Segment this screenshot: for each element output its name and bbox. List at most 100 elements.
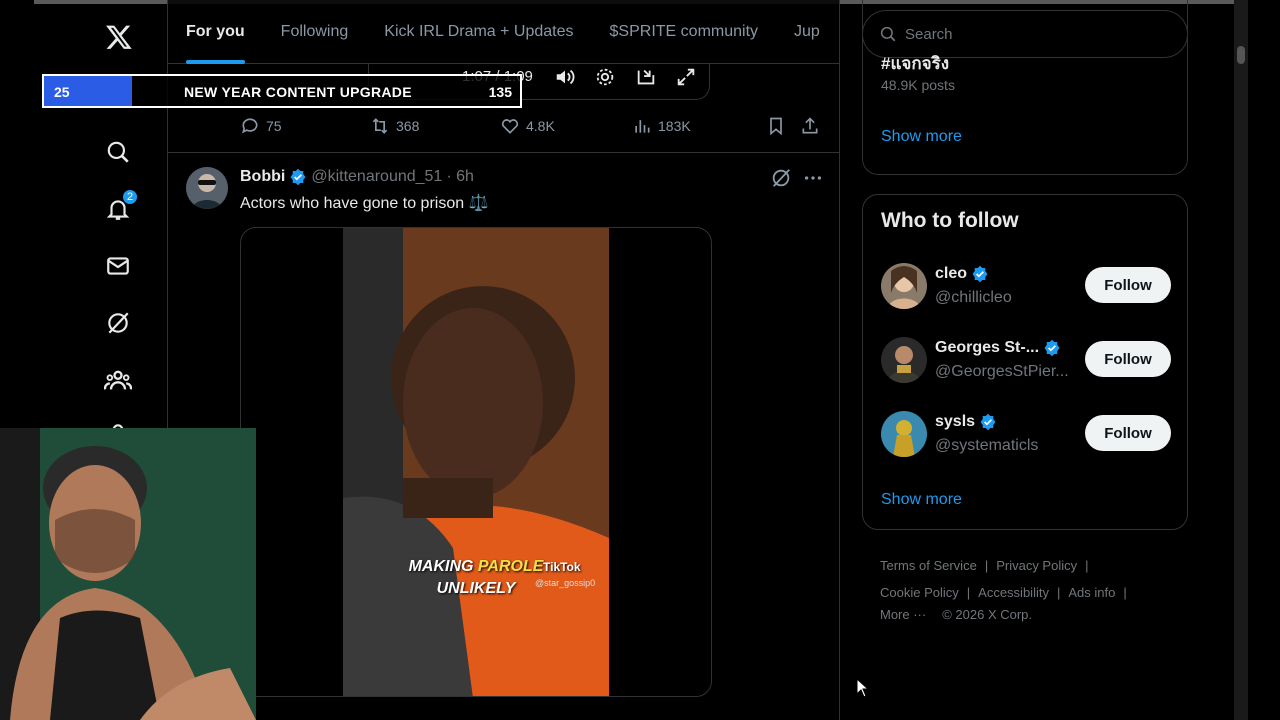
bookmark-button[interactable] — [766, 116, 800, 136]
tab-label: Following — [280, 23, 349, 40]
tab-following[interactable]: Following — [263, 0, 367, 64]
heart-icon — [501, 119, 519, 134]
post-timestamp[interactable]: · 6h — [446, 168, 474, 186]
video-frame: MAKING PAROLE UNLIKELY TikTok @star_goss… — [343, 228, 609, 696]
notifications-badge: 2 — [122, 189, 138, 205]
repost-icon — [372, 118, 388, 134]
reply-count: 75 — [266, 118, 282, 134]
tiktok-watermark: TikTok — [543, 560, 581, 574]
caption-text: MAKING — [408, 558, 478, 575]
verified-badge-icon — [1044, 339, 1060, 357]
x-logo-icon[interactable] — [104, 22, 134, 52]
tab-label: Kick IRL Drama + Updates — [384, 23, 574, 40]
tab-label: $SPRITE community — [609, 23, 759, 40]
separator: | — [1085, 558, 1089, 573]
timeline-tabs: For you Following Kick IRL Drama + Updat… — [168, 0, 839, 64]
trending-card: #แจกจริง 48.9K posts Show more — [862, 0, 1188, 175]
reply-icon — [242, 118, 258, 134]
tab-label: For you — [186, 23, 245, 40]
tab-sprite-community[interactable]: $SPRITE community — [592, 0, 776, 64]
avatar[interactable] — [186, 167, 228, 209]
follow-button[interactable]: Follow — [1085, 267, 1171, 303]
settings-gear-icon[interactable] — [594, 66, 616, 88]
separator: | — [1123, 585, 1127, 600]
repost-button[interactable]: 368 — [370, 116, 500, 136]
tab-kick-irl-drama[interactable]: Kick IRL Drama + Updates — [366, 0, 591, 64]
follow-suggestion[interactable]: sysls @systematicls Follow — [881, 411, 1171, 461]
prev-post-actions: 75 368 4.8K 183K — [240, 116, 820, 136]
avatar[interactable] — [881, 263, 927, 309]
tab-label: Jup — [794, 23, 820, 40]
follow-name: Georges St-... — [935, 339, 1061, 357]
pip-icon[interactable] — [635, 66, 657, 88]
who-to-follow-card: Who to follow cleo @chillicleo Follow Ge… — [862, 194, 1188, 530]
views-count: 183K — [658, 118, 691, 134]
follow-name-text[interactable]: sysls — [935, 413, 975, 431]
bookmark-icon — [770, 117, 782, 136]
privacy-link[interactable]: Privacy Policy — [996, 558, 1077, 573]
repost-count: 368 — [396, 118, 420, 134]
search-icon[interactable] — [104, 138, 132, 166]
grok-icon[interactable] — [770, 167, 792, 189]
cookie-link[interactable]: Cookie Policy — [880, 585, 959, 600]
ads-info-link[interactable]: Ads info — [1068, 585, 1115, 600]
volume-icon[interactable] — [554, 66, 576, 88]
avatar[interactable] — [881, 411, 927, 457]
follow-handle: @chillicleo — [935, 289, 1012, 306]
scrollbar-thumb[interactable] — [1237, 46, 1245, 64]
streamer-webcam — [0, 428, 256, 720]
post-author-handle[interactable]: @kittenaround_51 — [311, 168, 442, 186]
post-author-name[interactable]: Bobbi — [240, 168, 285, 186]
reply-button[interactable]: 75 — [240, 116, 370, 136]
follow-suggestion[interactable]: cleo @chillicleo Follow — [881, 263, 1171, 313]
trending-show-more-link[interactable]: Show more — [881, 128, 962, 146]
follow-name: cleo — [935, 265, 989, 283]
separator: | — [966, 585, 971, 600]
follow-name: sysls — [935, 413, 997, 431]
trend-post-count: 48.9K posts — [881, 77, 955, 93]
post-text: Actors who have gone to prison ⚖️ — [240, 195, 489, 212]
fullscreen-icon[interactable] — [675, 66, 697, 88]
verified-badge-icon — [972, 265, 988, 283]
share-icon — [802, 117, 818, 134]
goal-current: 25 — [54, 84, 70, 100]
share-button[interactable] — [800, 116, 820, 136]
timeline: For you Following Kick IRL Drama + Updat… — [168, 0, 840, 720]
page-scrollbar[interactable] — [1234, 0, 1248, 720]
follow-button[interactable]: Follow — [1085, 415, 1171, 451]
tab-for-you[interactable]: For you — [168, 0, 263, 64]
goal-target: 135 — [488, 84, 512, 100]
caption-highlight: PAROLE — [477, 558, 544, 575]
more-link[interactable]: More ··· — [880, 607, 926, 622]
trend-hashtag[interactable]: #แจกจริง — [881, 50, 949, 77]
terms-link[interactable]: Terms of Service — [880, 558, 977, 573]
grok-icon[interactable] — [104, 309, 132, 337]
right-sidebar: #แจกจริง 48.9K posts Show more Who to fo… — [862, 0, 1192, 720]
who-to-follow-title: Who to follow — [881, 209, 1019, 232]
like-count: 4.8K — [526, 118, 555, 134]
accessibility-link[interactable]: Accessibility — [978, 585, 1049, 600]
post-video[interactable]: MAKING PAROLE UNLIKELY TikTok @star_goss… — [240, 227, 712, 697]
mail-icon[interactable] — [104, 252, 132, 280]
views-button[interactable]: 183K — [632, 116, 766, 136]
tiktok-watermark-handle: @star_gossip0 — [535, 578, 596, 588]
separator: | — [1056, 585, 1061, 600]
mouse-cursor — [856, 678, 870, 698]
more-options-icon[interactable] — [802, 167, 824, 189]
post[interactable]: Bobbi @kittenaround_51 · 6h Actors who h… — [168, 152, 839, 720]
follow-name-text[interactable]: Georges St-... — [935, 339, 1039, 357]
follow-button[interactable]: Follow — [1085, 341, 1171, 377]
tab-jup[interactable]: Jup — [776, 0, 838, 64]
notifications-icon[interactable]: 2 — [104, 189, 138, 223]
follow-handle: @GeorgesStPier... — [935, 363, 1069, 380]
verified-badge-icon — [980, 413, 996, 431]
who-to-follow-show-more-link[interactable]: Show more — [881, 491, 962, 509]
like-button[interactable]: 4.8K — [500, 116, 632, 136]
goal-label: NEW YEAR CONTENT UPGRADE — [184, 84, 412, 100]
follow-name-text[interactable]: cleo — [935, 265, 967, 283]
webcam-image — [0, 428, 256, 720]
communities-icon[interactable] — [104, 366, 132, 394]
follow-suggestion[interactable]: Georges St-... @GeorgesStPier... Follow — [881, 337, 1171, 387]
avatar[interactable] — [881, 337, 927, 383]
separator: | — [984, 558, 989, 573]
